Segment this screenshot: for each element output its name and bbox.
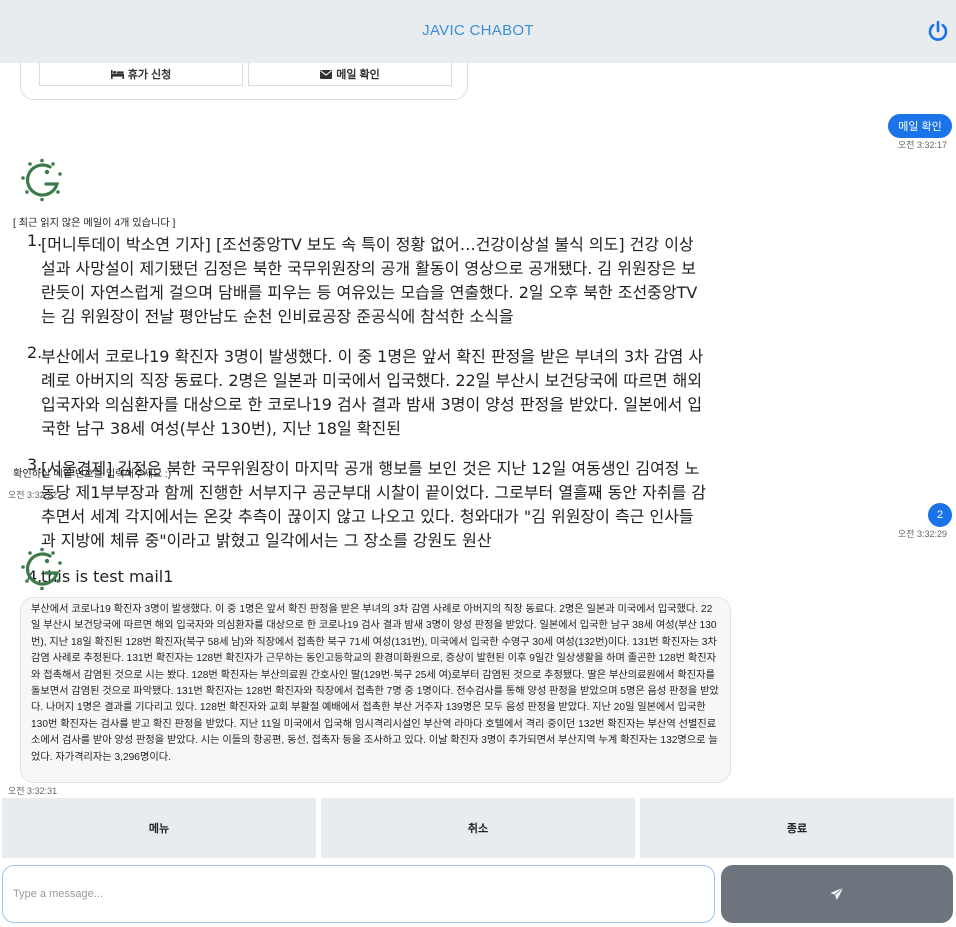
user-message-bubble: 2 bbox=[928, 503, 952, 527]
chat-log[interactable]: 휴가 신청 메일 확인 메일 확인 오전 3:32:17 [ 최근 읽지 않은 … bbox=[0, 63, 956, 798]
user-message-text: 메일 확인 bbox=[898, 121, 942, 133]
composer bbox=[0, 860, 956, 927]
message-timestamp: 오전 3:32:31 bbox=[8, 786, 58, 796]
bot-avatar-icon bbox=[21, 158, 62, 202]
cancel-button[interactable]: 취소 bbox=[321, 798, 635, 858]
envelope-icon bbox=[320, 69, 333, 79]
menu-card: 휴가 신청 메일 확인 bbox=[20, 63, 468, 100]
message-timestamp: 오전 3:32:17 bbox=[897, 140, 947, 150]
send-button[interactable] bbox=[721, 865, 953, 923]
bot-avatar-icon bbox=[21, 547, 62, 591]
exit-button[interactable]: 종료 bbox=[640, 798, 954, 858]
bot-message-bubble: 부산에서 코로나19 확진자 3명이 발생했다. 이 중 1명은 앞서 확진 판… bbox=[20, 597, 731, 783]
mail-list: 1. [머니투데이 박소연 기자] [조선중앙TV 보도 속 특이 정황 없어…건… bbox=[27, 231, 707, 586]
user-message-text: 2 bbox=[936, 509, 944, 521]
app-header: JAVIC CHABOT bbox=[0, 0, 956, 63]
paper-plane-icon bbox=[830, 887, 844, 900]
mail-check-label: 메일 확인 bbox=[336, 69, 380, 81]
vacation-request-button[interactable]: 휴가 신청 bbox=[39, 63, 243, 86]
message-timestamp: 오전 3:32:22 bbox=[8, 490, 58, 500]
mail-check-button[interactable]: 메일 확인 bbox=[248, 63, 452, 86]
bed-icon bbox=[110, 70, 124, 79]
message-timestamp: 오전 3:32:29 bbox=[897, 529, 947, 539]
message-input[interactable] bbox=[2, 865, 715, 923]
mail-body-text: 부산에서 코로나19 확진자 3명이 발생했다. 이 중 1명은 앞서 확진 판… bbox=[31, 604, 719, 763]
menu-button[interactable]: 메뉴 bbox=[2, 798, 316, 858]
mail-summary-intro: [ 최근 읽지 않은 메일이 4개 있습니다 ] bbox=[13, 218, 176, 229]
quick-actions: 메뉴 취소 종료 bbox=[0, 798, 956, 860]
mail-number-prompt: 확인하실 메일 번호를 입력해주세요 :) bbox=[13, 469, 172, 480]
user-message-bubble: 메일 확인 bbox=[888, 114, 952, 138]
mail-list-item[interactable]: 2. 부산에서 코로나19 확진자 3명이 발생했다. 이 중 1명은 앞서 확진… bbox=[27, 343, 707, 439]
power-icon[interactable] bbox=[926, 19, 950, 43]
mail-list-item[interactable]: 4. this is test mail1 bbox=[27, 567, 707, 586]
vacation-request-label: 휴가 신청 bbox=[127, 69, 172, 81]
app-title: JAVIC CHABOT bbox=[422, 22, 534, 39]
mail-list-item[interactable]: 1. [머니투데이 박소연 기자] [조선중앙TV 보도 속 특이 정황 없어…건… bbox=[27, 231, 707, 327]
